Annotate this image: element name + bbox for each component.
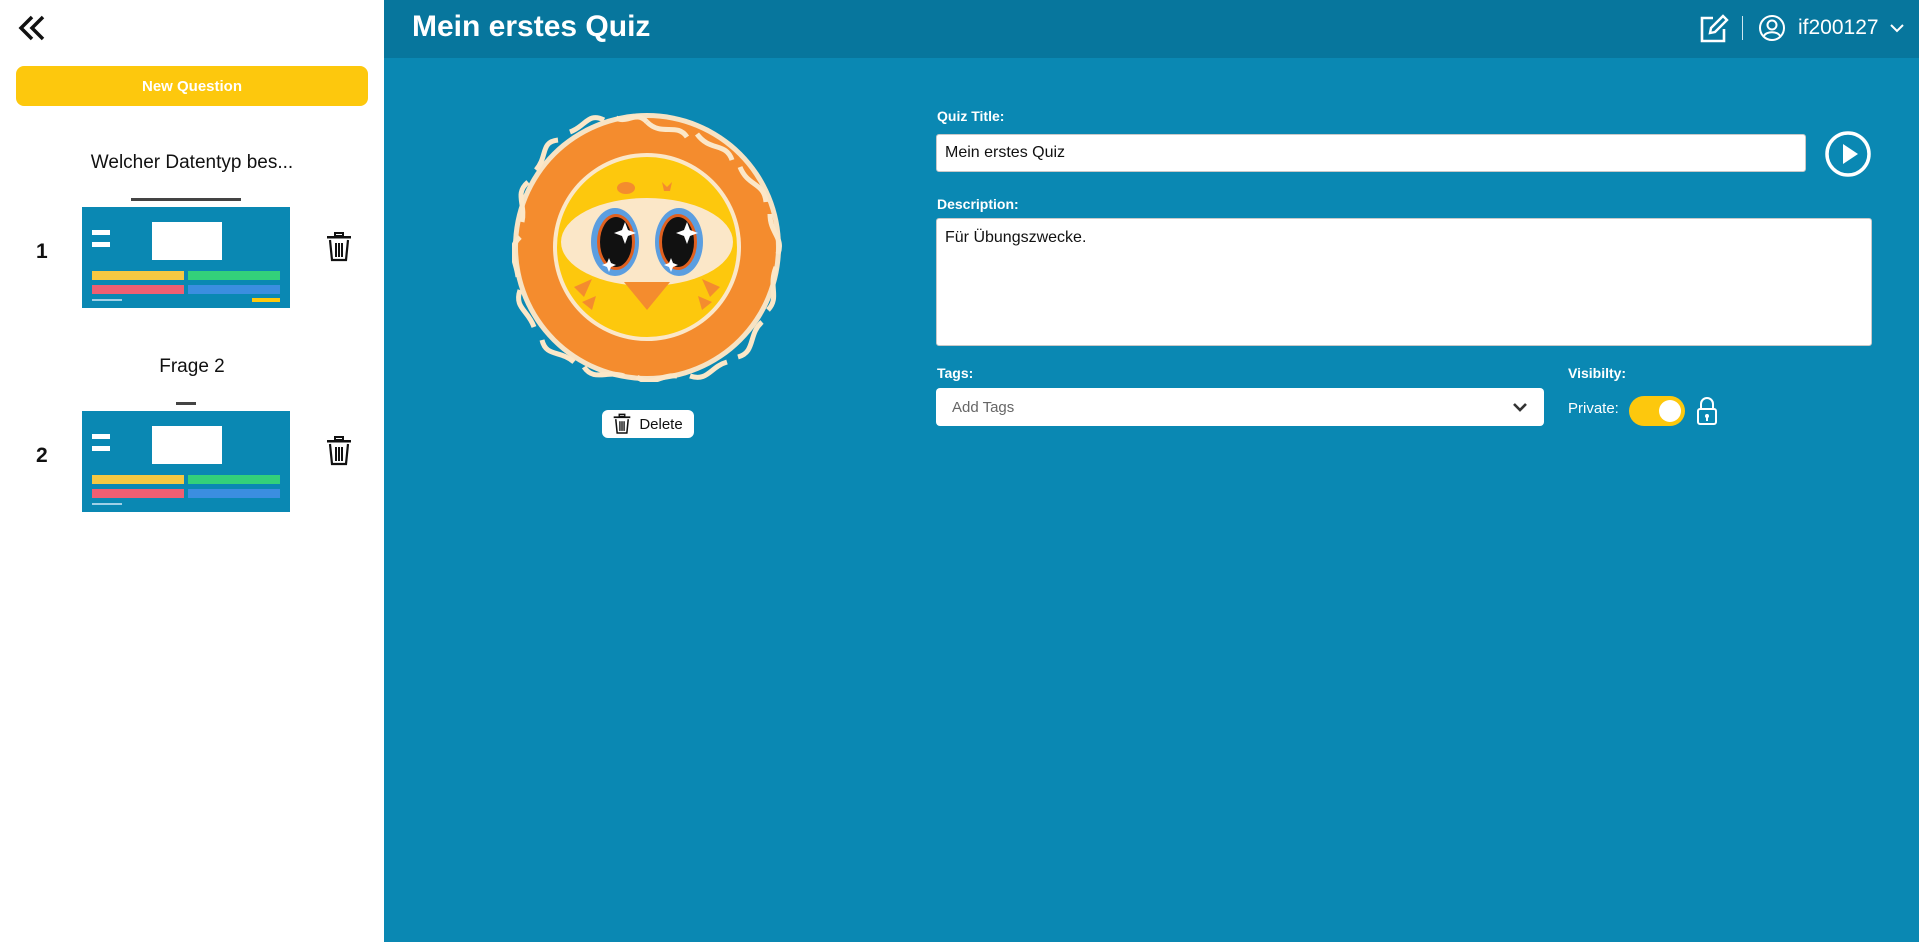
trash-icon [327, 436, 351, 466]
tags-placeholder: Add Tags [952, 398, 1015, 416]
question-sidebar: New Question Welcher Datentyp bes... 1 F… [0, 0, 384, 942]
delete-question-button[interactable] [326, 436, 352, 466]
private-toggle[interactable] [1629, 396, 1685, 426]
thumb-answer-3 [92, 285, 184, 294]
new-question-button[interactable]: New Question [16, 66, 368, 106]
quiz-image [512, 113, 782, 382]
visibility-label: Visibilty: [1568, 365, 1627, 381]
delete-question-button[interactable] [326, 232, 352, 262]
quiz-title-label: Quiz Title: [937, 108, 1005, 124]
question-title: Frage 2 [159, 356, 225, 377]
trash-icon [614, 413, 631, 434]
chevron-down-icon [1513, 403, 1527, 412]
username: if200127 [1798, 16, 1879, 39]
double-chevron-left-icon [18, 15, 45, 41]
description-label: Description: [937, 196, 1019, 212]
question-number: 2 [36, 444, 48, 467]
tags-label: Tags: [937, 365, 974, 381]
collapse-sidebar-button[interactable] [14, 12, 50, 44]
edit-icon [1700, 14, 1729, 43]
tags-select[interactable]: Add Tags [936, 388, 1544, 426]
page-title: Mein erstes Quiz [412, 10, 651, 43]
thumb-answer-2 [188, 271, 280, 280]
trash-icon [327, 232, 351, 262]
play-quiz-button[interactable] [1824, 130, 1872, 178]
thumb-answer-1 [92, 271, 184, 280]
user-menu-button[interactable]: if200127 [1758, 12, 1905, 44]
question-number: 1 [36, 240, 48, 263]
delete-label: Delete [639, 415, 683, 433]
private-label: Private: [1568, 400, 1619, 417]
thumb-answer-3 [92, 489, 184, 498]
question-title: Welcher Datentyp bes... [90, 152, 294, 173]
quiz-title-input[interactable] [936, 134, 1806, 172]
question-list-item[interactable]: Frage 2 2 [0, 356, 384, 546]
question-thumbnail[interactable] [82, 195, 290, 308]
lock-icon [1697, 397, 1717, 425]
user-circle-icon [1759, 15, 1785, 41]
play-circle-icon [1825, 131, 1871, 177]
description-input[interactable]: Für Übungszwecke. [936, 218, 1872, 346]
header-divider [1742, 16, 1743, 40]
thumb-answer-2 [188, 475, 280, 484]
top-header: Mein erstes Quiz if200127 [384, 0, 1919, 58]
question-thumbnail[interactable] [82, 399, 290, 512]
question-list-item[interactable]: Welcher Datentyp bes... 1 [0, 152, 384, 342]
thumb-answer-1 [92, 475, 184, 484]
thumb-answer-4 [188, 489, 280, 498]
edit-button[interactable] [1697, 13, 1729, 45]
delete-image-button[interactable]: Delete [602, 410, 694, 438]
chevron-down-icon [1889, 24, 1904, 33]
thumb-answer-4 [188, 285, 280, 294]
